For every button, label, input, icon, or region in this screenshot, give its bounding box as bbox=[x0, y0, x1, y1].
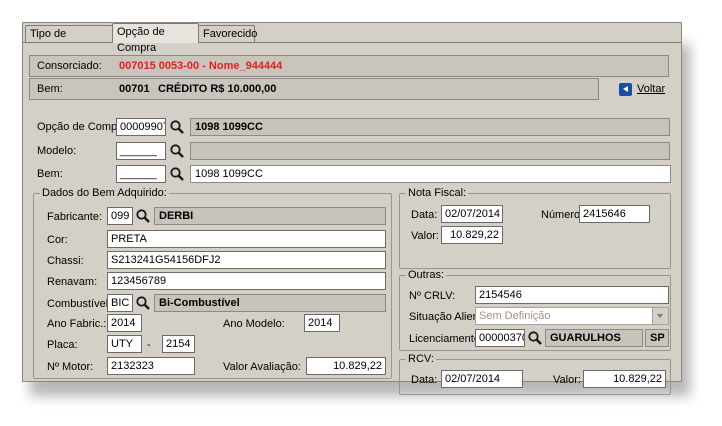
rcv-data-input[interactable]: 02/07/2014 bbox=[441, 370, 523, 388]
modelo-lookup-icon[interactable] bbox=[169, 143, 185, 159]
nf-numero-input[interactable]: 2415646 bbox=[579, 205, 650, 223]
opcao-compra-desc: 1098 1099CC bbox=[190, 118, 670, 136]
licenciamento-lookup-icon[interactable] bbox=[527, 330, 543, 346]
situacao-label: Situação Alien.: bbox=[409, 311, 485, 323]
fabricante-code-input[interactable]: 099 bbox=[107, 207, 133, 225]
rcv-valor-label: Valor: bbox=[553, 374, 581, 386]
situacao-value: Sem Definição bbox=[479, 310, 551, 322]
licenciamento-label: Licenciamento: bbox=[409, 333, 483, 345]
licenciamento-city: GUARULHOS bbox=[545, 329, 643, 347]
tab-page-opcao-de-compra: Consorciado: 007015 0053-00 - Nome_94444… bbox=[23, 42, 681, 395]
ano-fabric-input[interactable]: 2014 bbox=[107, 314, 142, 332]
bem-header-label: Bem: bbox=[37, 83, 63, 95]
bem-input[interactable]: ______ bbox=[116, 165, 166, 183]
bem-band bbox=[29, 78, 599, 100]
chassi-input[interactable]: S213241G54156DFJ2 bbox=[107, 251, 386, 269]
ano-modelo-input[interactable]: 2014 bbox=[304, 314, 340, 332]
bem-header-code: 00701 bbox=[119, 83, 150, 95]
rcv-valor-input[interactable]: 10.829,22 bbox=[583, 370, 666, 388]
combustivel-label: Combustível: bbox=[47, 298, 112, 310]
combustivel-name: Bi-Combustível bbox=[154, 294, 386, 312]
licenciamento-uf: SP bbox=[645, 329, 669, 347]
consorciado-value: 007015 0053-00 - Nome_944444 bbox=[119, 60, 283, 72]
placa-separator: - bbox=[147, 339, 151, 351]
chevron-down-icon[interactable] bbox=[652, 308, 668, 324]
fabricante-name: DERBI bbox=[154, 207, 386, 225]
tab-bar: Tipo de Pagamento Opção de Compra Favore… bbox=[23, 23, 681, 56]
renavam-input[interactable]: 123456789 bbox=[107, 272, 386, 290]
bem-header-desc: CRÉDITO R$ 10.000,00 bbox=[158, 83, 277, 95]
cor-label: Cor: bbox=[47, 234, 68, 246]
nota-fiscal-title: Nota Fiscal: bbox=[406, 187, 469, 199]
voltar-button[interactable]: Voltar bbox=[619, 80, 665, 98]
ano-modelo-label: Ano Modelo: bbox=[223, 318, 285, 330]
nf-valor-input[interactable]: 10.829,22 bbox=[441, 226, 503, 244]
valor-avaliacao-label: Valor Avaliação: bbox=[223, 361, 301, 373]
combustivel-code-input[interactable]: BIC bbox=[107, 294, 133, 312]
nf-valor-label: Valor: bbox=[411, 230, 439, 242]
nf-data-input[interactable]: 02/07/2014 bbox=[441, 205, 503, 223]
chassi-label: Chassi: bbox=[47, 255, 84, 267]
cor-input[interactable]: PRETA bbox=[107, 230, 386, 248]
rcv-title: RCV: bbox=[406, 353, 436, 365]
tab-tipo-de-pagamento[interactable]: Tipo de Pagamento bbox=[25, 25, 113, 56]
opcao-compra-input[interactable]: 000099078 bbox=[116, 118, 166, 136]
bem-desc: 1098 1099CC bbox=[190, 165, 671, 183]
fabricante-lookup-icon[interactable] bbox=[135, 208, 151, 224]
tab-opcao-de-compra[interactable]: Opção de Compra bbox=[112, 23, 199, 54]
motor-input[interactable]: 2132323 bbox=[107, 357, 195, 375]
dados-bem-title: Dados do Bem Adquirido: bbox=[40, 187, 169, 199]
renavam-label: Renavam: bbox=[47, 276, 98, 288]
voltar-label: Voltar bbox=[637, 83, 666, 95]
modelo-input[interactable]: ______ bbox=[116, 142, 166, 160]
crlv-label: Nº CRLV: bbox=[409, 290, 456, 302]
nf-numero-label: Número: bbox=[541, 209, 584, 221]
back-arrow-icon bbox=[619, 82, 632, 96]
fabricante-label: Fabricante: bbox=[47, 211, 103, 223]
motor-label: Nº Motor: bbox=[47, 361, 94, 373]
nf-data-label: Data: bbox=[411, 209, 438, 221]
combustivel-lookup-icon[interactable] bbox=[135, 295, 151, 311]
situacao-select[interactable]: Sem Definição bbox=[475, 307, 669, 325]
crlv-input[interactable]: 2154546 bbox=[475, 286, 669, 304]
placa-label: Placa: bbox=[47, 339, 78, 351]
licenciamento-code-input[interactable]: 000003703 bbox=[475, 329, 525, 347]
dialog-window: Tipo de Pagamento Opção de Compra Favore… bbox=[22, 22, 682, 395]
rcv-data-label: Data: bbox=[411, 374, 438, 386]
modelo-desc bbox=[190, 142, 670, 160]
bem-label: Bem: bbox=[37, 168, 63, 180]
tab-favorecido[interactable]: Favorecido bbox=[198, 25, 257, 42]
bem-lookup-icon[interactable] bbox=[169, 166, 185, 182]
placa-numbers-input[interactable]: 2154 bbox=[162, 335, 195, 353]
ano-fabric-label: Ano Fabric.: bbox=[47, 318, 107, 330]
placa-letters-input[interactable]: UTY bbox=[107, 335, 142, 353]
consorciado-label: Consorciado: bbox=[37, 60, 102, 72]
modelo-label: Modelo: bbox=[37, 145, 77, 157]
opcao-compra-lookup-icon[interactable] bbox=[169, 119, 185, 135]
valor-avaliacao-input[interactable]: 10.829,22 bbox=[306, 357, 386, 375]
outras-title: Outras: bbox=[406, 269, 447, 281]
